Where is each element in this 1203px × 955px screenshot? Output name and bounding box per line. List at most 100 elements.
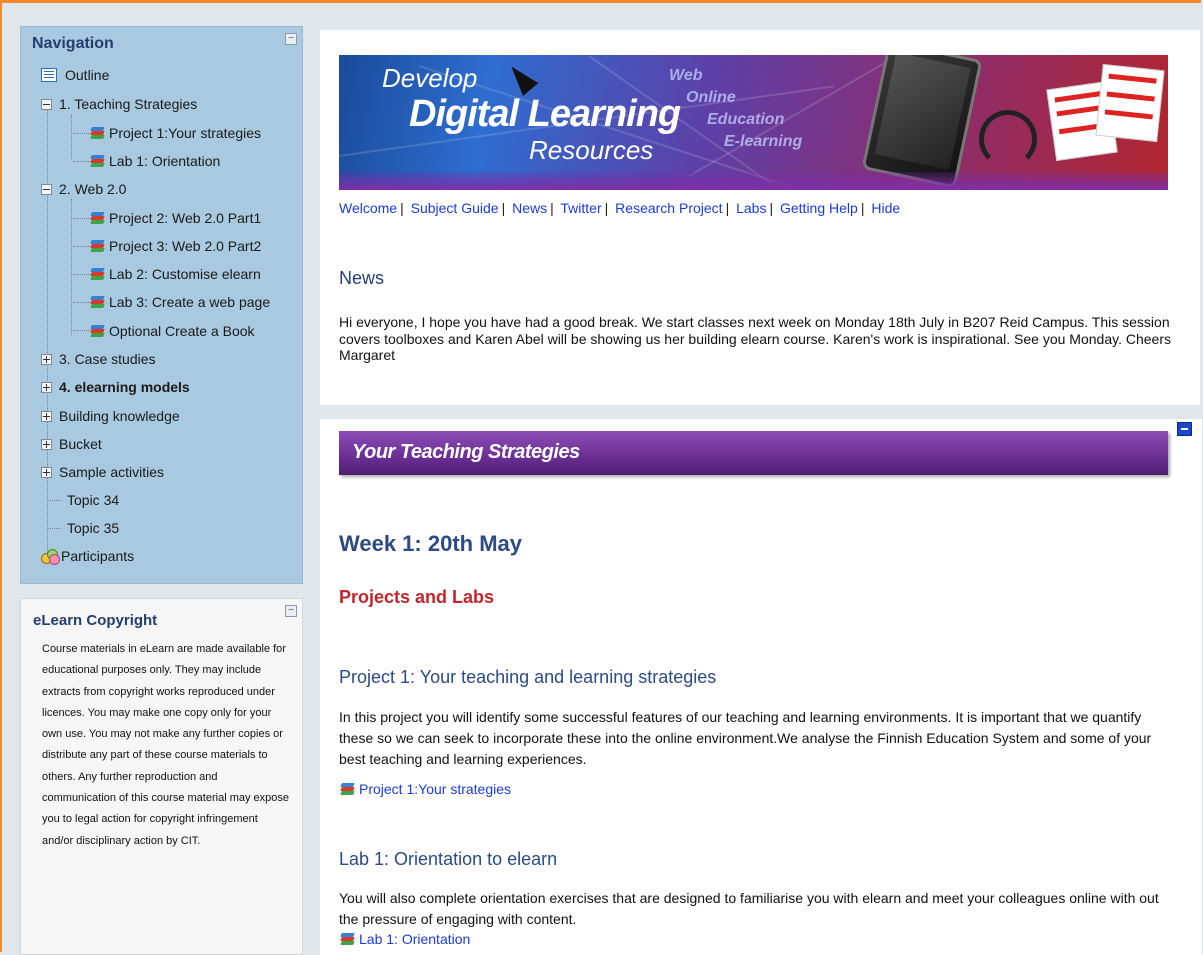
project-link-label: Project 1:Your strategies: [359, 781, 512, 797]
book-icon: [89, 295, 105, 309]
book-icon: [89, 267, 105, 281]
nav-item-building-knowledge[interactable]: Building knowledge: [41, 406, 180, 426]
project-link[interactable]: Project 1:Your strategies: [339, 781, 511, 797]
page-frame: Navigation − Outline 1. Teaching Strateg…: [0, 0, 1202, 955]
nav-item-label: 4. elearning models: [59, 379, 190, 395]
nav-item-label: Building knowledge: [59, 408, 180, 424]
nav-item-topic-34[interactable]: Topic 34: [67, 490, 119, 510]
expand-icon[interactable]: [41, 410, 52, 422]
navigation-title: Navigation: [32, 35, 114, 52]
book-icon: [339, 932, 355, 946]
book-icon: [89, 324, 105, 338]
nav-item-label: Project 2: Web 2.0 Part1: [109, 210, 262, 226]
participants-icon: [41, 549, 60, 565]
tree-line: [71, 115, 72, 159]
headset-image: [979, 110, 1037, 168]
link-news[interactable]: News: [512, 200, 547, 216]
copyright-block: eLearn Copyright − Course materials in e…: [20, 598, 303, 955]
project-text: In this project you will identify some s…: [339, 709, 1152, 767]
main-content-panel: Your Teaching Strategies Week 1: 20th Ma…: [320, 419, 1202, 955]
navigation-block: Navigation − Outline 1. Teaching Strateg…: [20, 26, 303, 584]
nav-item-label: Sample activities: [59, 464, 165, 480]
link-hide[interactable]: Hide: [871, 200, 900, 216]
nav-item-label: Participants: [61, 548, 135, 564]
section-banner: Your Teaching Strategies: [339, 431, 1168, 475]
book-icon: [89, 211, 105, 225]
book-icon: [339, 782, 355, 796]
project-heading: Project 1: Your teaching and learning st…: [339, 667, 717, 687]
tree-line: [71, 199, 72, 335]
copyright-text: Course materials in eLearn are made avai…: [42, 643, 289, 847]
copyright-collapse-icon[interactable]: −: [285, 605, 297, 617]
nav-item-lab-2[interactable]: Lab 2: Customise elearn: [89, 264, 261, 284]
nav-item-label: Optional Create a Book: [109, 323, 255, 339]
tablet-image: [861, 55, 983, 189]
expand-icon[interactable]: [41, 438, 52, 450]
cursor-icon: [503, 60, 539, 96]
nav-item-label: 2. Web 2.0: [59, 181, 127, 197]
tree-line: [47, 528, 61, 529]
nav-item-teaching-strategies[interactable]: 1. Teaching Strategies: [41, 94, 197, 114]
nav-item-outline[interactable]: Outline: [41, 65, 109, 85]
nav-item-label: Topic 34: [67, 492, 120, 508]
book-icon: [89, 239, 105, 253]
nav-item-label: Outline: [65, 67, 110, 83]
banner-word: Education: [707, 111, 785, 128]
nav-item-web-2[interactable]: 2. Web 2.0: [41, 179, 126, 199]
banner-word: Web: [669, 67, 703, 84]
header-banner: Develop Digital Learning Resources Web O…: [339, 55, 1168, 190]
nav-item-elearning-models[interactable]: 4. elearning models: [41, 377, 190, 397]
book-icon: [89, 126, 105, 140]
banner-develop-text: Develop: [382, 63, 478, 93]
nav-item-project-3[interactable]: Project 3: Web 2.0 Part2: [89, 236, 261, 256]
nav-item-case-studies[interactable]: 3. Case studies: [41, 349, 156, 369]
expand-icon[interactable]: [41, 353, 52, 365]
section-collapse-icon[interactable]: [1177, 422, 1192, 436]
book-icon: [89, 154, 105, 168]
nav-item-label: 3. Case studies: [59, 351, 156, 367]
week-heading: Week 1: 20th May: [339, 531, 523, 556]
link-twitter[interactable]: Twitter: [560, 200, 601, 216]
outline-icon: [41, 68, 57, 82]
banner-word: Online: [686, 89, 736, 106]
banner-word: E-learning: [724, 133, 803, 150]
copyright-title: eLearn Copyright: [33, 612, 158, 629]
navigation-collapse-icon[interactable]: −: [285, 33, 297, 45]
nav-item-label: Lab 2: Customise elearn: [109, 266, 261, 282]
nav-item-optional-book[interactable]: Optional Create a Book: [89, 321, 255, 341]
link-welcome[interactable]: Welcome: [339, 200, 397, 216]
nav-item-label: Project 1:Your strategies: [109, 125, 262, 141]
news-heading: News: [339, 268, 385, 288]
nav-item-topic-35[interactable]: Topic 35: [67, 518, 119, 538]
tree-line: [47, 500, 61, 501]
nav-item-sample-activities[interactable]: Sample activities: [41, 462, 164, 482]
nav-item-label: Topic 35: [67, 520, 120, 536]
link-getting-help[interactable]: Getting Help: [780, 200, 858, 216]
expand-icon[interactable]: [41, 466, 52, 478]
nav-item-label: Lab 3: Create a web page: [109, 294, 271, 310]
news-text: Hi everyone, I hope you have had a good …: [339, 314, 1171, 363]
link-research-project[interactable]: Research Project: [615, 200, 722, 216]
nav-item-label: 1. Teaching Strategies: [59, 96, 198, 112]
nav-item-project-2[interactable]: Project 2: Web 2.0 Part1: [89, 208, 261, 228]
expand-icon[interactable]: [41, 381, 52, 393]
nav-item-bucket[interactable]: Bucket: [41, 434, 102, 454]
section-banner-title: Your Teaching Strategies: [352, 441, 580, 463]
nav-item-lab-1[interactable]: Lab 1: Orientation: [89, 151, 220, 171]
tree-line: [47, 107, 48, 557]
collapse-icon[interactable]: [41, 183, 52, 195]
lab-link[interactable]: Lab 1: Orientation: [339, 931, 470, 947]
lab-text: You will also complete orientation exerc…: [339, 890, 1159, 927]
nav-item-label: Bucket: [59, 436, 102, 452]
nav-item-project-1[interactable]: Project 1:Your strategies: [89, 123, 261, 143]
lab-link-label: Lab 1: Orientation: [359, 931, 471, 947]
collapse-icon[interactable]: [41, 98, 52, 110]
banner-digital-text: Digital Learning: [409, 93, 681, 135]
nav-item-participants[interactable]: Participants: [41, 546, 134, 566]
nav-item-lab-3[interactable]: Lab 3: Create a web page: [89, 292, 270, 312]
link-subject-guide[interactable]: Subject Guide: [411, 200, 499, 216]
link-labs[interactable]: Labs: [736, 200, 766, 216]
section-link-bar: Welcome | Subject Guide | News | Twitter | R…: [339, 200, 901, 216]
nav-item-label: Project 3: Web 2.0 Part2: [109, 238, 262, 254]
nav-item-label: Lab 1: Orientation: [109, 153, 221, 169]
